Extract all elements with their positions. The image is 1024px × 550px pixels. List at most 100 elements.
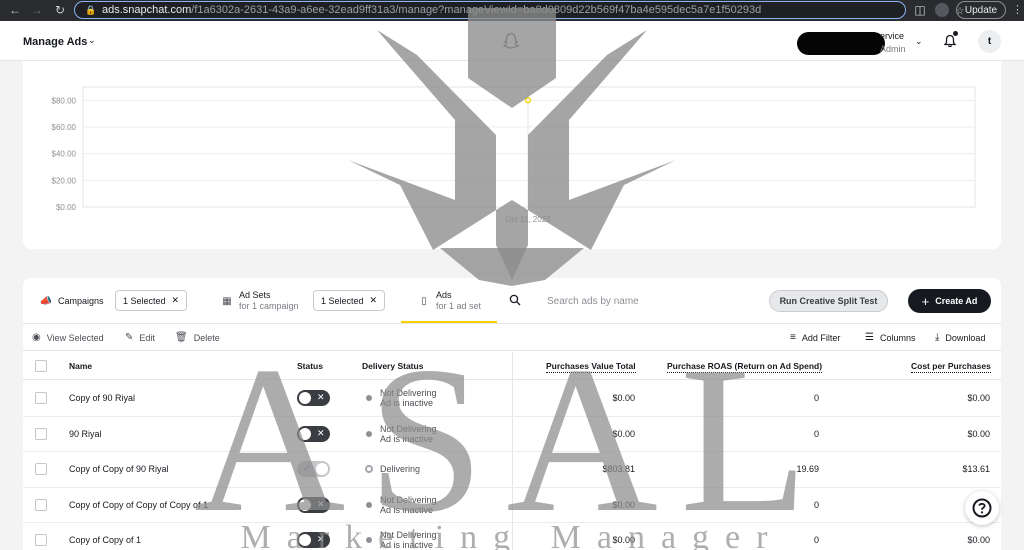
table-row[interactable]: Copy of Copy of 90 Riyal ✓ Delivering $803.… [23,452,1001,488]
profile-avatar[interactable] [935,3,949,17]
account-chevron-down-icon[interactable]: ⌄ [915,36,923,47]
campaigns-selected-chip[interactable]: 1 Selected ✕ [115,290,188,311]
plus-icon: + [921,293,930,309]
y-tick-label: $0.00 [56,203,77,212]
cost-per-purchases: $0.00 [967,535,990,545]
row-checkbox[interactable] [35,534,47,546]
search-input[interactable] [547,291,747,311]
sidebar-toggle-icon[interactable]: ◫ [911,1,929,19]
notification-dot [953,31,958,36]
performance-chart: $80.00 $60.00 $40.00 $20.00 $0.00 Oct 11, 202… [52,86,976,224]
column-header-purchase-roas[interactable]: Purchase ROAS (Return on Ad Spend) [667,361,823,373]
tab-ads[interactable]: ▯ Ads for 1 ad set [418,278,481,324]
ads-table-card: 📣 Campaigns 1 Selected ✕ ▦ Ad Sets for 1 c… [23,278,1001,550]
delivery-status-dot [366,395,372,401]
column-header-purchases-value-total[interactable]: Purchases Value Total [546,361,636,373]
megaphone-icon: 📣 [39,295,53,307]
view-selected-button[interactable]: ◉ View Selected [32,332,104,343]
status-toggle[interactable]: ✓ [297,461,330,477]
address-bar[interactable]: 🔒 ads.snapchat.com/f1a6302a-2631-43a9-a6… [74,1,964,19]
help-button[interactable] [965,491,999,525]
cost-per-purchases: $0.00 [967,393,990,403]
bell-icon[interactable] [943,34,957,48]
select-all-checkbox[interactable] [35,360,47,372]
download-icon: ⤓ [935,332,940,343]
toggle-knob [299,534,311,546]
create-ad-button[interactable]: + Create Ad [908,289,991,313]
tab-campaigns[interactable]: 📣 Campaigns [40,278,104,324]
purchase-roas: 19.69 [796,464,819,474]
table-row[interactable]: Copy of Copy of 1 ✕ Not Delivering Ad is in… [23,523,1001,550]
y-tick-label: $40.00 [52,150,77,159]
purchases-value-total: $0.00 [612,535,635,545]
active-tab-indicator [401,321,497,323]
back-icon[interactable]: ← [6,1,24,19]
collapse-chart-button[interactable]: ⌃ [500,248,523,263]
update-button[interactable]: Update [956,1,1006,19]
purchases-value-total: $0.00 [612,428,635,439]
trash-icon: 🗑 [175,332,188,343]
close-icon[interactable]: ✕ [370,295,378,306]
table-actions-bar: ◉ View Selected ✎ Edit 🗑 Delete ≡ Add Filter… [23,325,1001,351]
close-icon: ✕ [317,498,325,509]
entity-tabs: 📣 Campaigns 1 Selected ✕ ▦ Ad Sets for 1 c… [23,278,1001,324]
status-toggle[interactable]: ✕ [297,532,330,548]
table-row[interactable]: Copy of 90 Riyal ✕ Not Delivering Ad is ina… [23,381,1001,417]
forward-icon[interactable]: → [28,1,46,19]
redacted-account-block [797,32,885,55]
toggle-knob [299,498,311,511]
purchases-value-total: $0.00 [612,393,635,403]
table-row[interactable]: 90 Riyal ✕ Not Delivering Ad is inactive $0.… [23,417,1001,452]
status-toggle[interactable]: ✕ [297,390,330,406]
purchases-value-total: $0.00 [612,499,635,510]
delete-button[interactable]: 🗑 Delete [175,332,220,343]
browser-toolbar: ← → ↻ 🔒 ads.snapchat.com/f1a6302a-2631-4… [0,0,1024,21]
chevron-down-icon[interactable]: ⌄ [88,35,96,46]
pencil-icon: ✎ [125,332,134,343]
edit-button[interactable]: ✎ Edit [125,332,155,343]
column-header-status[interactable]: Status [297,361,323,371]
download-button[interactable]: ⤓ Download [935,332,985,343]
ad-name[interactable]: Copy of 90 Riyal [69,393,135,403]
toggle-knob [316,463,328,475]
ad-name[interactable]: Copy of Copy of Copy of Copy of 1 [69,500,208,510]
column-header-delivery-status[interactable]: Delivery Status [362,361,423,371]
grid-icon: ▦ [222,295,232,307]
row-checkbox[interactable] [35,427,47,440]
columns-button[interactable]: ☰ Columns [865,332,915,343]
run-creative-split-test-button[interactable]: Run Creative Split Test [769,290,888,312]
tab-ad-sets[interactable]: ▦ Ad Sets for 1 campaign [221,278,298,324]
reload-icon[interactable]: ↻ [51,1,69,19]
ad-name[interactable]: Copy of Copy of 1 [69,535,141,545]
ad-name[interactable]: Copy of Copy of 90 Riyal [69,464,169,474]
close-icon: ✕ [317,392,325,402]
lock-icon: 🔒 [85,5,97,15]
page-title[interactable]: Manage Ads [23,36,87,48]
browser-menu-icon[interactable]: ⋮ [1012,3,1023,16]
toggle-knob [299,427,311,440]
app-header: Manage Ads ⌄ ervice Admin ⌄ t [0,21,1024,61]
close-icon: ✕ [317,534,325,544]
table-row[interactable]: Copy of Copy of Copy of Copy of 1 ✕ Not De… [23,488,1001,523]
ad-name[interactable]: 90 Riyal [69,429,102,439]
column-header-name[interactable]: Name [69,361,92,371]
search-icon [509,294,521,306]
purchase-roas: 0 [813,535,819,545]
row-checkbox[interactable] [35,392,47,404]
filter-icon: ≡ [790,332,796,343]
row-checkbox[interactable] [35,498,47,511]
status-toggle[interactable]: ✕ [297,425,330,442]
close-icon[interactable]: ✕ [172,295,180,306]
status-toggle[interactable]: ✕ [297,496,330,513]
add-filter-button[interactable]: ≡ Add Filter [790,332,840,343]
ad-sets-selected-chip[interactable]: 1 Selected ✕ [313,290,386,311]
eye-icon: ◉ [32,332,41,343]
url-text: ads.snapchat.com/f1a6302a-2631-43a9-a6ee… [102,4,762,16]
row-checkbox[interactable] [35,463,47,475]
y-tick-label: $20.00 [52,176,77,185]
delivery-status-dot [365,465,373,473]
purchase-roas: 0 [813,428,819,439]
column-header-cost-per-purchases[interactable]: Cost per Purchases [911,361,991,373]
user-avatar[interactable]: t [978,30,1001,53]
phone-icon: ▯ [421,295,427,307]
